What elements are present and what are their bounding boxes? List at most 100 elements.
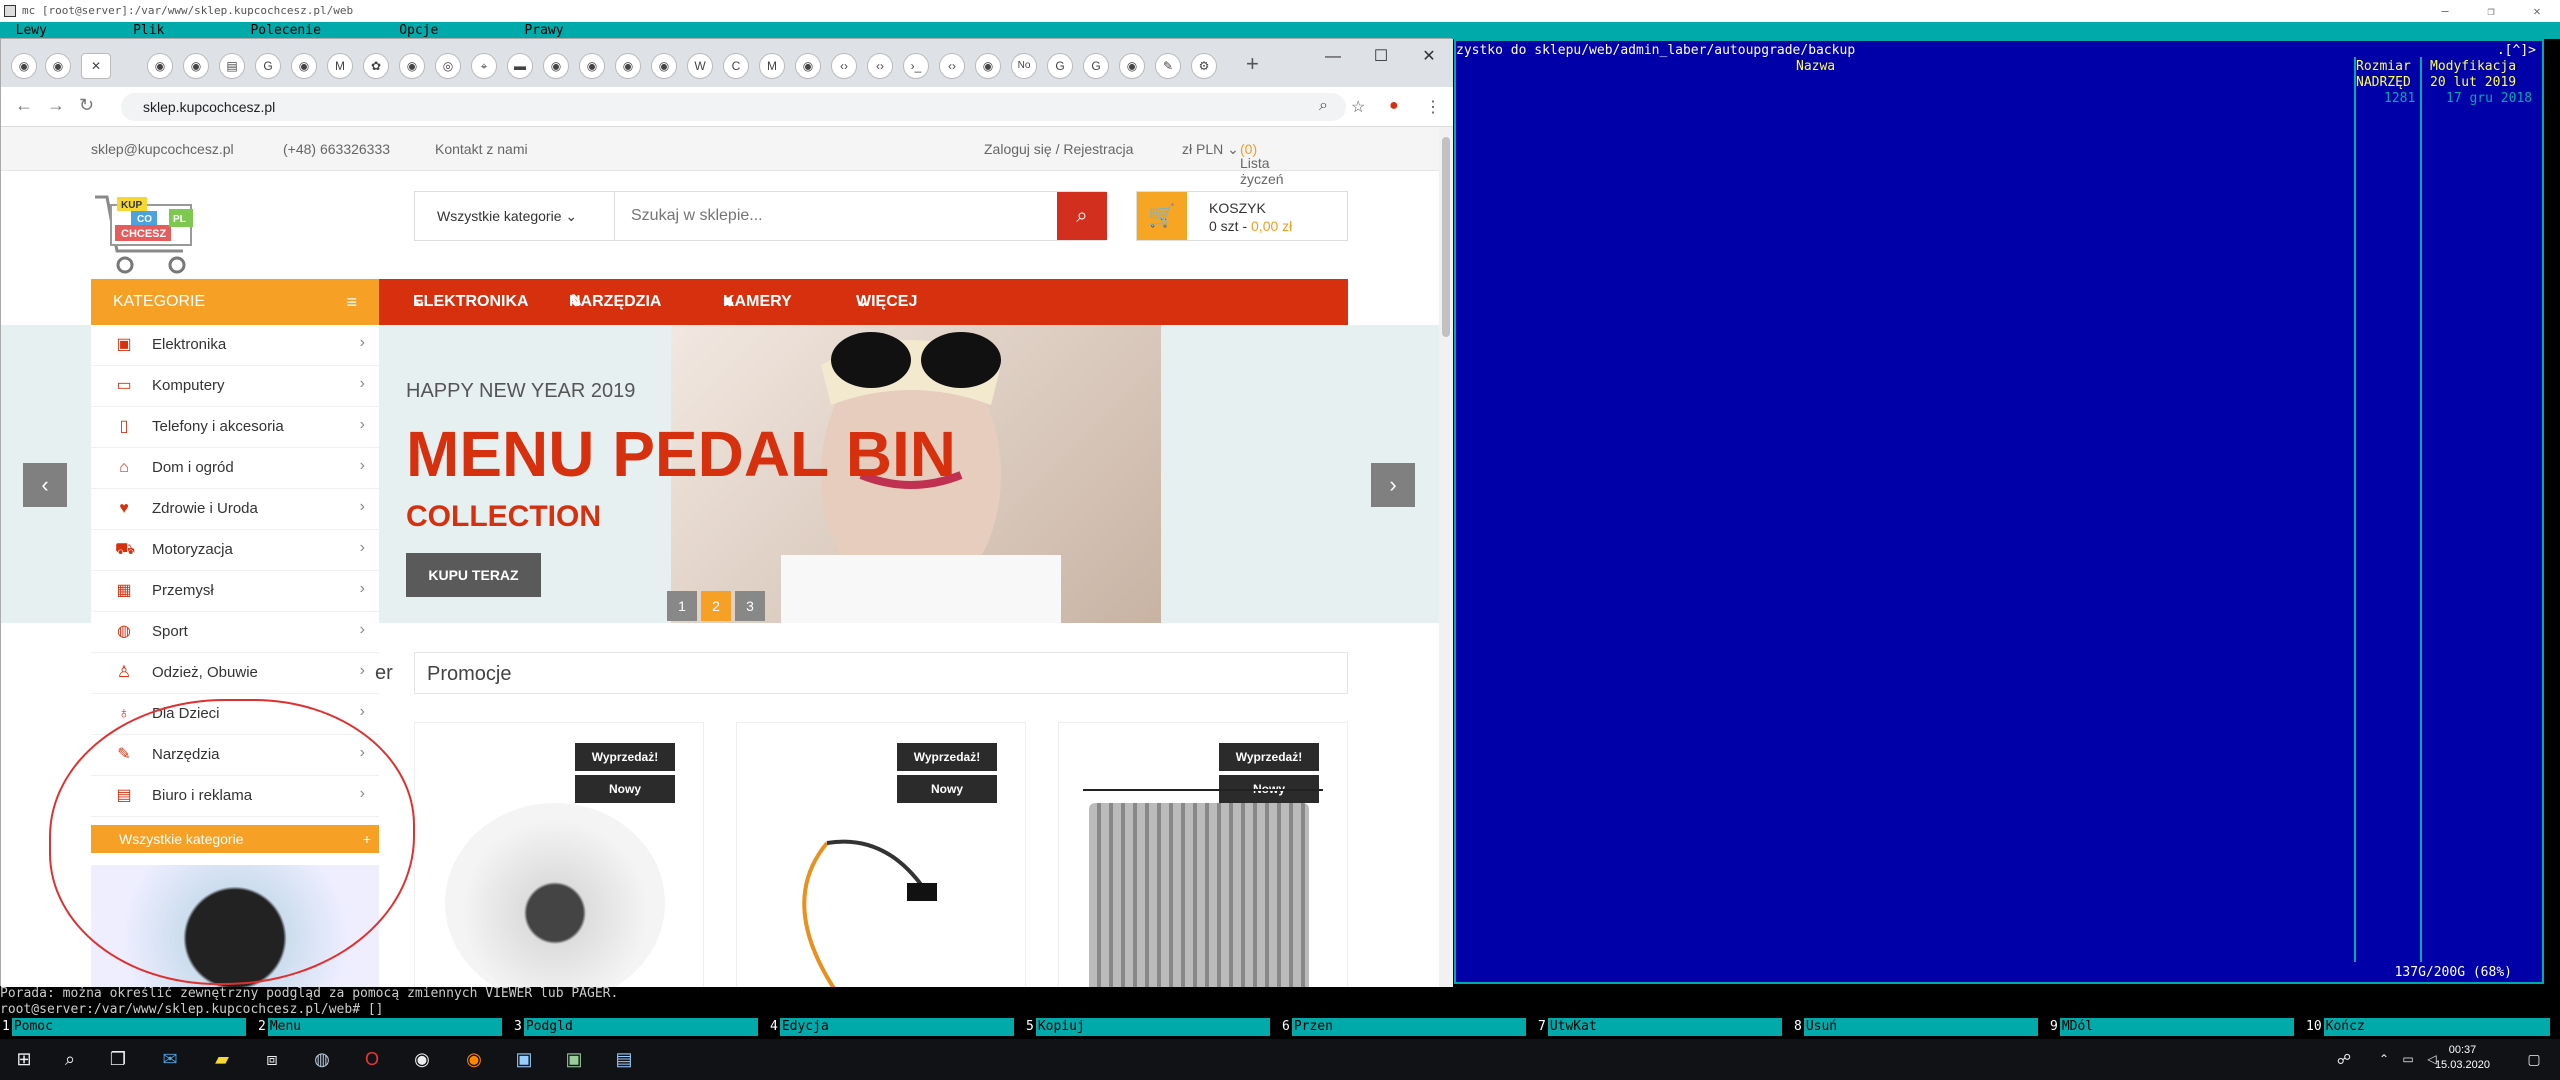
fkey-7[interactable]: 7 UtwKat [1536, 1018, 1792, 1036]
slider-dot[interactable]: 3 [735, 591, 765, 621]
fkey-1[interactable]: 1 Pomoc [0, 1018, 256, 1036]
fkey-2[interactable]: 2 Menu [256, 1018, 512, 1036]
fkey-6[interactable]: 6 Przen [1280, 1018, 1536, 1036]
fkey-5[interactable]: 5 Kopiuj [1024, 1018, 1280, 1036]
contact-phone[interactable]: (+48) 663326333 [283, 141, 390, 157]
tab-favicon-icon[interactable]: ◉ [399, 53, 425, 79]
mc-panel-corner[interactable]: .[^]> [2497, 43, 2536, 58]
tab-favicon-icon[interactable]: ◉ [651, 53, 677, 79]
tab-favicon-icon[interactable]: M [759, 53, 785, 79]
forward-arrow-icon[interactable]: → [47, 95, 65, 116]
tab-favicon-icon[interactable]: ◉ [615, 53, 641, 79]
category-item[interactable]: ♙ Odzież, Obuwie › [91, 653, 379, 694]
new-tab-button[interactable]: + [1246, 51, 1259, 77]
gear-icon[interactable]: ⚙ [1191, 53, 1217, 79]
tab-favicon-icon[interactable]: ◉ [975, 53, 1001, 79]
zoom-icon[interactable]: ⌕ [1319, 97, 1328, 115]
tab-favicon-icon[interactable]: ◉ [183, 53, 209, 79]
tab-favicon-icon[interactable]: ✿ [363, 53, 389, 79]
wishlist-link[interactable]: Lista życzeń (0) [1240, 141, 1284, 187]
category-item[interactable]: ▦ Przemysł › [91, 571, 379, 612]
windows-start-icon[interactable]: ⊞ [10, 1045, 38, 1073]
currency-select[interactable]: zł PLN ⌄ [1182, 141, 1239, 158]
category-item[interactable]: ♥ Zdrowie i Uroda › [91, 489, 379, 530]
category-item[interactable]: ▯ Telefony i akcesoria › [91, 407, 379, 448]
maximize-button[interactable]: ❐ [2468, 0, 2514, 22]
mc-parent-entry[interactable]: NADRZĘD [2356, 75, 2411, 91]
shell-prompt[interactable]: root@server:/var/www/sklep.kupcochcesz.p… [0, 1002, 384, 1017]
tab-favicon-icon[interactable]: ‹› [939, 53, 965, 79]
fkey-10[interactable]: 10 Kończ [2304, 1018, 2560, 1036]
google-icon[interactable]: G [1083, 53, 1109, 79]
product-card[interactable]: Wyprzedaż! Nowy [736, 722, 1026, 987]
search-input[interactable] [615, 192, 1055, 240]
mc-menu-item[interactable]: Lewy [16, 23, 47, 38]
fkey-3[interactable]: 3 Podgld [512, 1018, 768, 1036]
contact-link[interactable]: Kontakt z nami [435, 141, 528, 157]
putty-icon[interactable]: ▣ [510, 1045, 538, 1073]
category-item[interactable]: ▭ Komputery › [91, 366, 379, 407]
tab-no-favicon[interactable]: No [1011, 53, 1037, 79]
nav-item[interactable]: ■ KAMERY ⌄ [723, 279, 792, 325]
tab-favicon-icon[interactable]: ◉ [1119, 53, 1145, 79]
tab-favicon-icon[interactable]: ›_ [903, 53, 929, 79]
search-icon[interactable]: ⌕ [56, 1045, 84, 1073]
product-card[interactable]: Wyprzedaż! Nowy [414, 722, 704, 987]
bookmark-star-icon[interactable]: ☆ [1351, 97, 1365, 117]
tab-favicon-icon[interactable]: C [723, 53, 749, 79]
cart-widget[interactable]: 🛒 KOSZYK 0 szt - 0,00 zł [1136, 191, 1348, 241]
tab-favicon-icon[interactable]: ◉ [45, 53, 71, 79]
tab-favicon-icon[interactable]: ⌖ [471, 53, 497, 79]
browser-icon[interactable]: ◍ [308, 1045, 336, 1073]
tab-favicon-icon[interactable]: ◉ [795, 53, 821, 79]
login-link[interactable]: Zaloguj się / Rejestracja [984, 141, 1133, 157]
mc-menu-item[interactable]: Opcje [399, 23, 438, 38]
app-icon[interactable]: ▤ [610, 1045, 638, 1073]
page-scrollbar[interactable] [1439, 127, 1453, 987]
tab-promocje[interactable]: Promocje [427, 663, 511, 686]
clock[interactable]: 00:37 15.03.2020 [2435, 1043, 2490, 1073]
mc-menu-item[interactable]: Plik [133, 23, 164, 38]
tab-favicon-icon[interactable]: ▬ [507, 53, 533, 79]
task-view-icon[interactable]: ❐ [104, 1045, 132, 1073]
url-text[interactable]: sklep.kupcochcesz.pl [143, 99, 275, 115]
fkey-4[interactable]: 4 Edycja [768, 1018, 1024, 1036]
category-item[interactable]: ⛟ Motoryzacja › [91, 530, 379, 571]
search-button[interactable]: ⌕ [1057, 192, 1107, 240]
nav-item[interactable]: WIĘCEJ ⌄ [856, 279, 917, 325]
category-item[interactable]: ⌂ Dom i ogród › [91, 448, 379, 489]
google-icon[interactable]: G [1047, 53, 1073, 79]
slider-dot[interactable]: 1 [667, 591, 697, 621]
tab-favicon-icon[interactable]: ◉ [543, 53, 569, 79]
app-icon[interactable]: ◉ [408, 1045, 436, 1073]
reload-icon[interactable]: ↻ [79, 95, 94, 116]
tab-favicon-icon[interactable]: ✎ [1155, 53, 1181, 79]
tab-favicon-icon[interactable]: ◉ [147, 53, 173, 79]
banner-cta-button[interactable]: KUPU TERAZ [406, 553, 541, 597]
tab-favicon-icon[interactable]: ◉ [11, 53, 37, 79]
tab-favicon-icon[interactable]: ‹› [867, 53, 893, 79]
app-icon[interactable]: ▣ [560, 1045, 588, 1073]
mc-right-panel[interactable]: zystko do sklepu/web/admin_laber/autoupg… [1454, 39, 2544, 984]
people-icon[interactable]: ☍ [2330, 1045, 2358, 1073]
close-button[interactable]: ✕ [2514, 0, 2560, 22]
chrome-icon[interactable]: ◉ [460, 1045, 488, 1073]
site-logo[interactable]: KUP CO CHCESZ PL [91, 191, 201, 281]
notifications-icon[interactable]: ▢ [2520, 1045, 2548, 1073]
maximize-button[interactable]: ☐ [1357, 41, 1405, 73]
mc-menu-item[interactable]: Prawy [524, 23, 563, 38]
fkey-9[interactable]: 9 MDól [2048, 1018, 2304, 1036]
slider-next-button[interactable]: › [1371, 463, 1415, 507]
fkey-8[interactable]: 8 Usuń [1792, 1018, 2048, 1036]
tab-favicon-icon[interactable]: M [327, 53, 353, 79]
store-icon[interactable]: ⧈ [258, 1045, 286, 1073]
wikipedia-icon[interactable]: W [687, 53, 713, 79]
scrollbar-thumb[interactable] [1442, 137, 1450, 337]
tab-favicon-icon[interactable]: ◉ [579, 53, 605, 79]
categories-header[interactable]: KATEGORIE ≡ [91, 279, 379, 325]
search-category-select[interactable]: Wszystkie kategorie ⌄ [415, 192, 615, 240]
mc-menu-item[interactable]: Polecenie [250, 23, 320, 38]
category-item[interactable]: ▣ Elektronika › [91, 325, 379, 366]
tab-favicon-icon[interactable]: ▤ [219, 53, 245, 79]
minimize-button[interactable]: — [1309, 41, 1357, 73]
